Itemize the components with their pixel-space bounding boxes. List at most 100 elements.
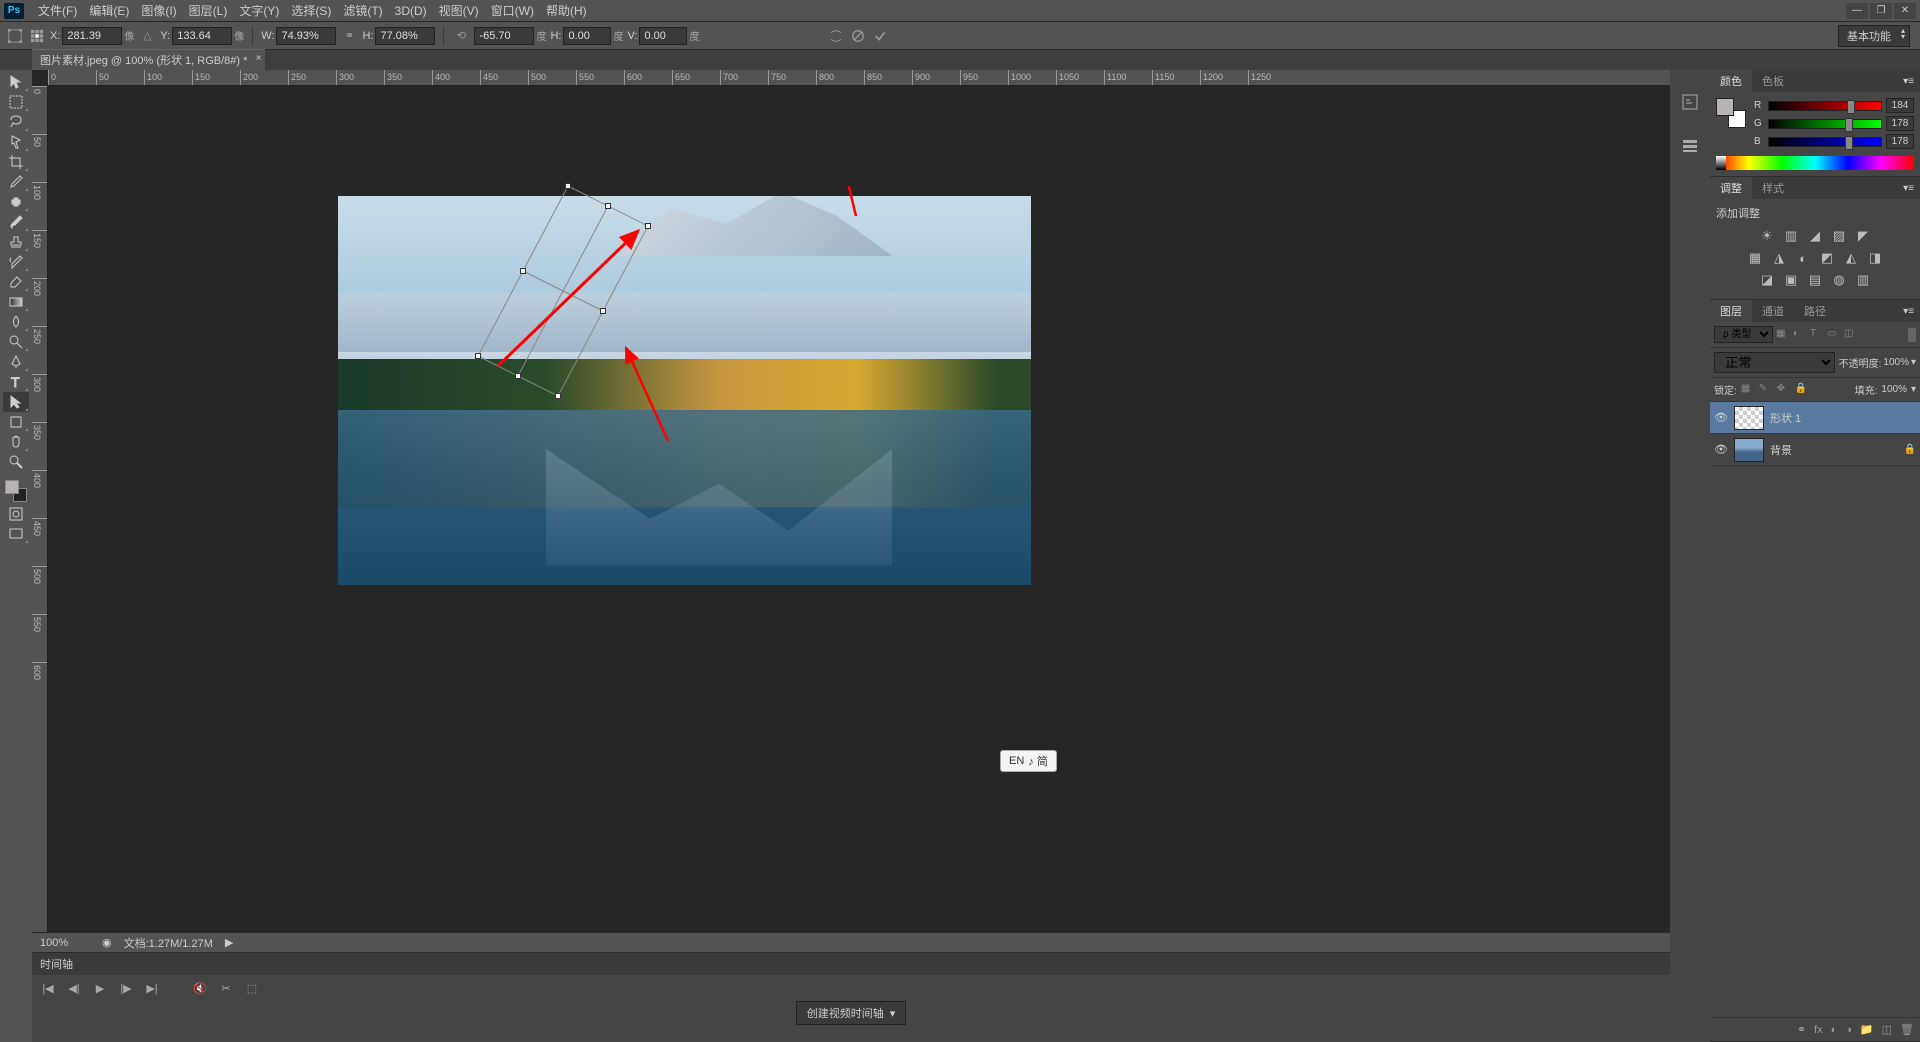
zoom-tool[interactable]	[3, 452, 29, 472]
chevron-down-icon[interactable]: ▾	[1911, 384, 1916, 395]
healing-tool[interactable]	[3, 192, 29, 212]
adjustment-icon[interactable]: ◤	[1853, 227, 1873, 245]
ime-indicator[interactable]: EN ♪ 简	[1000, 750, 1057, 772]
transform-handle[interactable]	[565, 183, 571, 189]
adjustment-icon[interactable]: ◭	[1841, 249, 1861, 267]
adjustment-icon[interactable]: ◪	[1757, 271, 1777, 289]
adjustment-icon[interactable]: ▤	[1805, 271, 1825, 289]
color-swatch-pair[interactable]	[1716, 98, 1746, 128]
link-layers-icon[interactable]: ⚭	[1797, 1023, 1806, 1036]
menu-3d[interactable]: 3D(D)	[389, 2, 433, 20]
tab-channels[interactable]: 通道	[1752, 300, 1794, 322]
pen-tool[interactable]	[3, 352, 29, 372]
viewport[interactable]	[48, 86, 1670, 932]
hskew-input[interactable]	[563, 27, 611, 45]
adjustment-icon[interactable]: ▥	[1853, 271, 1873, 289]
panel-menu-icon[interactable]: ▾≡	[1897, 76, 1920, 87]
lasso-tool[interactable]	[3, 112, 29, 132]
lock-move-icon[interactable]: ✥	[1777, 383, 1791, 397]
group-icon[interactable]: 📁	[1860, 1023, 1874, 1036]
filter-pixel-icon[interactable]: ▦	[1776, 328, 1790, 342]
adjustment-icon[interactable]: ◢	[1805, 227, 1825, 245]
w-input[interactable]	[276, 27, 336, 45]
layer-thumb[interactable]	[1734, 406, 1764, 430]
document-tab[interactable]: 图片素材.jpeg @ 100% (形状 1, RGB/8#) * ×	[32, 49, 265, 70]
prev-frame-icon[interactable]: ◀|	[66, 980, 82, 996]
transform-handle[interactable]	[555, 393, 561, 399]
adjustment-icon[interactable]: ▦	[1745, 249, 1765, 267]
filter-type-icon[interactable]: T	[1810, 328, 1824, 342]
canvas-image[interactable]	[338, 196, 1031, 585]
tab-layers[interactable]: 图层	[1710, 300, 1752, 322]
spectrum-bar[interactable]	[1716, 156, 1914, 170]
reference-point-icon[interactable]	[28, 27, 46, 45]
gradient-tool[interactable]	[3, 292, 29, 312]
properties-panel-icon[interactable]	[1678, 134, 1702, 158]
transform-icon[interactable]	[6, 27, 24, 45]
lock-transparent-icon[interactable]: ▦	[1741, 383, 1755, 397]
new-layer-icon[interactable]: ◫	[1882, 1023, 1892, 1036]
audio-icon[interactable]: 🔇	[192, 980, 208, 996]
minimize-button[interactable]: —	[1846, 3, 1868, 19]
history-panel-icon[interactable]	[1678, 90, 1702, 114]
transform-handle[interactable]	[515, 373, 521, 379]
timeline-tab[interactable]: 时间轴	[32, 953, 1670, 975]
maximize-button[interactable]: ❐	[1870, 3, 1892, 19]
adjustment-icon[interactable]: ▣	[1781, 271, 1801, 289]
adjustment-icon[interactable]: ◨	[1865, 249, 1885, 267]
menu-type[interactable]: 文字(Y)	[233, 0, 285, 21]
menu-image[interactable]: 图像(I)	[135, 0, 182, 21]
status-menu-icon[interactable]: ▶	[225, 936, 233, 949]
rotation-input[interactable]	[474, 27, 534, 45]
delete-layer-icon[interactable]: 🗑	[1900, 1023, 1914, 1036]
transform-handle[interactable]	[645, 223, 651, 229]
adjustment-layer-icon[interactable]: ◑	[1845, 1024, 1852, 1036]
quick-select-tool[interactable]	[3, 132, 29, 152]
chevron-down-icon[interactable]: ▾	[1911, 357, 1916, 368]
layer-row[interactable]: 👁 背景 🔒	[1710, 434, 1920, 466]
first-frame-icon[interactable]: |◀	[40, 980, 56, 996]
type-tool[interactable]: T	[3, 372, 29, 392]
fx-icon[interactable]: fx	[1814, 1024, 1823, 1036]
g-value[interactable]: 178	[1886, 116, 1914, 131]
transform-handle[interactable]	[605, 203, 611, 209]
menu-edit[interactable]: 编辑(E)	[83, 0, 135, 21]
menu-select[interactable]: 选择(S)	[285, 0, 337, 21]
hand-tool[interactable]	[3, 432, 29, 452]
layer-thumb[interactable]	[1734, 438, 1764, 462]
menu-layer[interactable]: 图层(L)	[183, 0, 234, 21]
menu-file[interactable]: 文件(F)	[32, 0, 83, 21]
menu-view[interactable]: 视图(V)	[433, 0, 485, 21]
transform-handle[interactable]	[475, 353, 481, 359]
nav-icon[interactable]: ◉	[102, 936, 112, 949]
y-input[interactable]	[172, 27, 232, 45]
menu-help[interactable]: 帮助(H)	[540, 0, 593, 21]
cancel-transform-icon[interactable]	[849, 27, 867, 45]
x-input[interactable]	[62, 27, 122, 45]
screenmode-tool[interactable]	[3, 524, 29, 544]
filter-shape-icon[interactable]: ▭	[1827, 328, 1841, 342]
transform-handle[interactable]	[520, 268, 526, 274]
adjustment-icon[interactable]: ◐	[1793, 249, 1813, 267]
h-input[interactable]	[375, 27, 435, 45]
history-brush-tool[interactable]	[3, 252, 29, 272]
visibility-icon[interactable]: 👁	[1714, 443, 1728, 457]
mask-icon[interactable]: ◐	[1831, 1024, 1838, 1036]
zoom-level[interactable]: 100%	[40, 937, 90, 949]
layer-name[interactable]: 形状 1	[1770, 410, 1801, 426]
adjustment-icon[interactable]: ▥	[1781, 227, 1801, 245]
marquee-tool[interactable]	[3, 92, 29, 112]
panel-menu-icon[interactable]: ▾≡	[1897, 306, 1920, 317]
tab-swatches[interactable]: 色板	[1752, 70, 1794, 92]
eyedropper-tool[interactable]	[3, 172, 29, 192]
move-tool[interactable]	[3, 72, 29, 92]
vskew-input[interactable]	[639, 27, 687, 45]
b-slider[interactable]	[1768, 137, 1882, 147]
filter-type-select[interactable]: ρ 类型	[1714, 326, 1773, 343]
scissors-icon[interactable]: ✂	[218, 980, 234, 996]
shape-tool[interactable]	[3, 412, 29, 432]
adjustment-icon[interactable]: ▨	[1829, 227, 1849, 245]
play-icon[interactable]: ▶	[92, 980, 108, 996]
tab-adjustments[interactable]: 调整	[1710, 177, 1752, 199]
workspace-switcher[interactable]: 基本功能 ▴▾	[1838, 25, 1910, 47]
